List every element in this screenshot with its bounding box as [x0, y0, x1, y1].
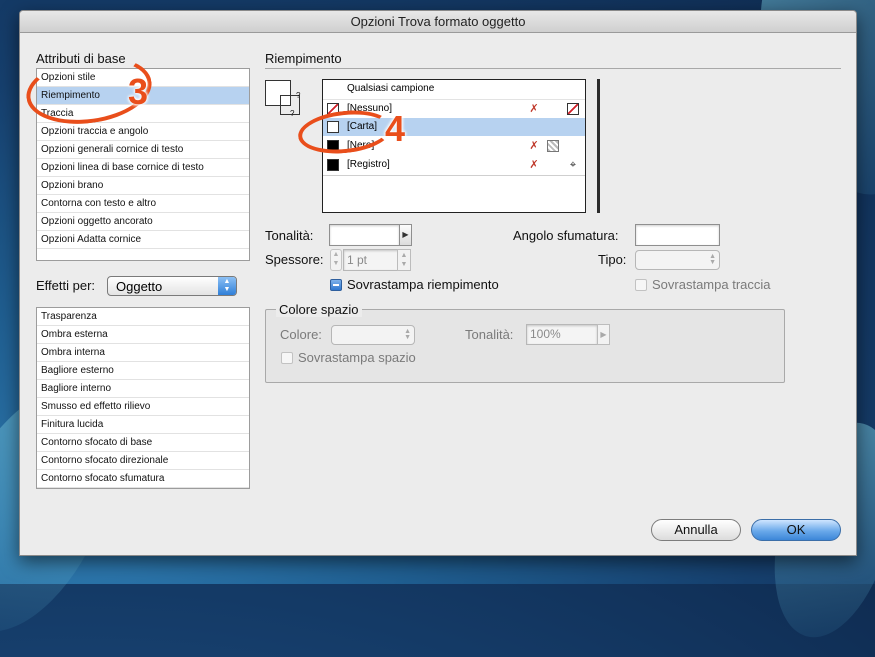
attribute-list-item[interactable]: Contorna con testo e altro — [37, 195, 249, 213]
effects-target-value: Oggetto — [116, 279, 163, 294]
type-label: Tipo: — [598, 252, 627, 267]
effect-list-item[interactable]: Contorno sfocato direzionale — [37, 452, 249, 470]
fill-section-title: Riempimento — [265, 51, 342, 66]
effects-target-dropdown[interactable]: Oggetto ▲ ▼ — [107, 276, 237, 296]
swatch-any-label: Qualsiasi campione — [347, 83, 435, 94]
effects-list: Trasparenza Ombra esterna Ombra interna Bag… — [36, 307, 250, 489]
gradient-angle-input[interactable] — [635, 224, 720, 246]
tint-menu-arrow[interactable]: ▶ — [399, 224, 412, 246]
ok-button[interactable]: OK — [751, 519, 841, 541]
tint-label: Tonalità: — [265, 228, 314, 243]
fill-title-rule — [265, 68, 841, 69]
process-color-icon — [547, 140, 559, 152]
attribute-list-item[interactable]: Opzioni oggetto ancorato — [37, 213, 249, 231]
effects-for-label: Effetti per: — [36, 278, 96, 293]
no-edit-pencil-icon: ✗ — [529, 159, 539, 171]
effect-list-item[interactable]: Smusso ed effetto rilievo — [37, 398, 249, 416]
no-edit-pencil-icon: ✗ — [529, 140, 539, 152]
effect-list-item[interactable]: Ombra interna — [37, 344, 249, 362]
effect-list-item[interactable]: Contorno sfocato sfumatura — [37, 470, 249, 488]
dropdown-arrows-icon: ▲ ▼ — [709, 253, 716, 266]
swatch-list-divider — [323, 175, 585, 176]
swatch-row-registration[interactable]: [Registro] ✗ ⌖ — [323, 156, 585, 174]
find-object-format-dialog: Opzioni Trova formato oggetto Attributi … — [19, 10, 857, 556]
overprint-fill-checkbox[interactable] — [330, 279, 342, 291]
overprint-fill-label: Sovrastampa riempimento — [347, 277, 499, 292]
gap-color-dropdown[interactable]: ▲ ▼ — [331, 325, 415, 345]
gap-tint-menu-arrow[interactable]: ▶ — [597, 324, 610, 345]
swatch-name: [Registro] — [347, 159, 390, 170]
cancel-button[interactable]: Annulla — [651, 519, 741, 541]
window-title: Opzioni Trova formato oggetto — [20, 11, 856, 33]
annotation-number-3: 3 — [128, 71, 149, 112]
gap-overprint-label: Sovrastampa spazio — [298, 350, 416, 365]
effect-list-item[interactable]: Trasparenza — [37, 308, 249, 326]
type-dropdown[interactable]: ▲ ▼ — [635, 250, 720, 270]
effect-list-item[interactable]: Bagliore interno — [37, 380, 249, 398]
gap-tint-input[interactable]: 100% — [526, 324, 598, 345]
overprint-stroke-checkbox[interactable] — [635, 279, 647, 291]
attribute-list-item[interactable]: Opzioni generali cornice di testo — [37, 141, 249, 159]
gap-color-title: Colore spazio — [276, 302, 362, 317]
overprint-stroke-label: Sovrastampa traccia — [652, 277, 771, 292]
none-swatch-icon — [567, 103, 579, 115]
swatch-row-any[interactable]: Qualsiasi campione — [323, 80, 585, 98]
stroke-unknown-marker: ? — [290, 109, 295, 118]
dropdown-arrows-icon: ▲ ▼ — [404, 328, 411, 341]
gap-color-label: Colore: — [280, 327, 322, 342]
swatch-scrollbar[interactable] — [597, 79, 600, 213]
black-swatch-chip — [327, 159, 339, 171]
weight-label: Spessore: — [265, 252, 324, 267]
gap-color-group — [265, 309, 785, 383]
gap-overprint-checkbox[interactable] — [281, 352, 293, 364]
effect-list-item[interactable]: Bagliore esterno — [37, 362, 249, 380]
weight-stepper[interactable]: ▲ ▼ — [330, 249, 342, 271]
gap-tint-label: Tonalità: — [465, 327, 514, 342]
fill-unknown-marker: ? — [296, 91, 301, 100]
no-edit-pencil-icon: ✗ — [529, 103, 539, 115]
annotation-number-4: 4 — [385, 108, 406, 149]
effect-list-item[interactable]: Finitura lucida — [37, 416, 249, 434]
tint-input[interactable] — [329, 224, 400, 246]
attribute-list-item[interactable]: Opzioni linea di base cornice di testo — [37, 159, 249, 177]
registration-mark-icon: ⌖ — [569, 159, 577, 171]
effect-list-item[interactable]: Contorno sfocato di base — [37, 434, 249, 452]
gradient-angle-label: Angolo sfumatura: — [513, 228, 619, 243]
attribute-list-item[interactable]: Opzioni brano — [37, 177, 249, 195]
effect-list-item[interactable]: Ombra esterna — [37, 326, 249, 344]
attribute-list-item[interactable]: Opzioni traccia e angolo — [37, 123, 249, 141]
weight-dropdown-arrows[interactable]: ▲ ▼ — [397, 249, 411, 271]
attribute-list-item[interactable]: Opzioni Adatta cornice — [37, 231, 249, 249]
dropdown-arrows-icon: ▲ ▼ — [218, 277, 236, 295]
